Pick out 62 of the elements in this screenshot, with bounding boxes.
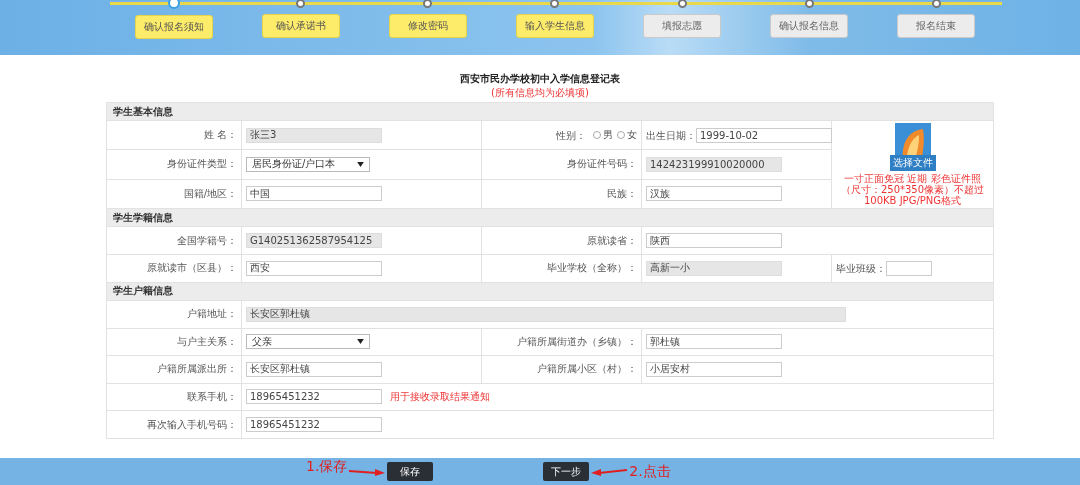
field-label: 身份证件类型：: [167, 158, 237, 170]
input-field[interactable]: 高新一小: [646, 260, 782, 276]
input-field[interactable]: 汉族: [646, 186, 782, 202]
next-button[interactable]: 下一步: [543, 462, 590, 481]
input-field[interactable]: 142423199910020000: [646, 157, 782, 172]
field-label: 出生日期：: [646, 129, 696, 141]
field-label: 与户主关系：: [177, 335, 237, 347]
annotation-text: 1.保存: [306, 458, 348, 476]
field-label: 毕业学校（全称）：: [547, 262, 637, 274]
annotation-arrow: [349, 466, 386, 477]
input-field[interactable]: 中国: [246, 186, 382, 202]
form-title: 西安市民办学校初中入学信息登记表: [460, 72, 620, 86]
input-field[interactable]: G140251362587954125: [246, 233, 382, 249]
field-label: 户籍地址：: [187, 308, 237, 320]
step-button[interactable]: 输入学生信息: [516, 14, 594, 38]
step-button[interactable]: 确认报名须知: [134, 15, 213, 39]
hint-text: 用于接收录取结果通知: [390, 390, 490, 402]
field-label: 姓 名：: [203, 129, 237, 141]
section-title: 学生基本信息: [113, 105, 173, 117]
field-label: 性别：: [555, 129, 586, 141]
dropdown[interactable]: 父亲: [246, 334, 370, 350]
caret-icon: [357, 339, 364, 345]
input-field[interactable]: 张三3: [246, 127, 382, 143]
field-label: 国籍/地区：: [183, 187, 237, 199]
step-button[interactable]: 填报志愿: [643, 14, 722, 38]
caret-icon: [357, 162, 364, 167]
field-label: 原就读市（区县）：: [147, 262, 237, 274]
step-button[interactable]: 确认报名信息: [770, 14, 849, 38]
field-label: 民族：: [607, 187, 637, 199]
field-label: 毕业班级：: [836, 262, 886, 274]
input-field[interactable]: 1999-10-02: [696, 127, 832, 143]
choose-file-button[interactable]: 选择文件: [889, 155, 936, 171]
input-field[interactable]: 长安区郭杜镇: [246, 306, 846, 322]
input-field[interactable]: 18965451232: [246, 417, 382, 433]
radio-button[interactable]: 女: [617, 127, 637, 142]
annotation-text: 2.点击: [629, 462, 671, 481]
radio-button[interactable]: 男: [593, 127, 613, 142]
field-label: 身份证件号码：: [567, 158, 637, 170]
step-button[interactable]: 确认承诺书: [261, 14, 340, 38]
step-button[interactable]: 修改密码: [388, 14, 467, 38]
section-title: 学生户籍信息: [113, 285, 173, 297]
photo-requirements: 一寸正面免冠 近期 彩色证件照（尺寸：250*350像素）不超过100KB JPG/PNG格式: [839, 173, 986, 206]
field-label: 户籍所属街道办（乡镇）：: [517, 335, 637, 347]
field-label: 户籍所属派出所：: [157, 363, 237, 375]
field-label: 原就读省：: [587, 234, 637, 246]
annotation-arrow: [591, 466, 628, 477]
input-field[interactable]: 西安: [246, 260, 382, 276]
section-title: 学生学籍信息: [113, 211, 173, 223]
input-field[interactable]: 长安区郭杜镇: [246, 361, 382, 377]
input-field[interactable]: 陕西: [646, 233, 782, 249]
required-note: (所有信息均为必填项): [491, 86, 589, 100]
input-field[interactable]: 18965451232: [246, 389, 382, 405]
field-label: 再次输入手机号码：: [147, 418, 237, 430]
field-label: 全国学籍号：: [177, 234, 237, 246]
save-button[interactable]: 保存: [387, 462, 434, 481]
input-field[interactable]: [886, 260, 932, 276]
input-field[interactable]: 郭杜镇: [646, 334, 782, 350]
input-field[interactable]: 小居安村: [646, 361, 782, 377]
field-label: 户籍所属小区（村）：: [537, 363, 637, 375]
step-button[interactable]: 报名结束: [897, 14, 976, 38]
field-label: 联系手机：: [187, 390, 237, 402]
dropdown[interactable]: 居民身份证/户口本: [246, 157, 370, 172]
